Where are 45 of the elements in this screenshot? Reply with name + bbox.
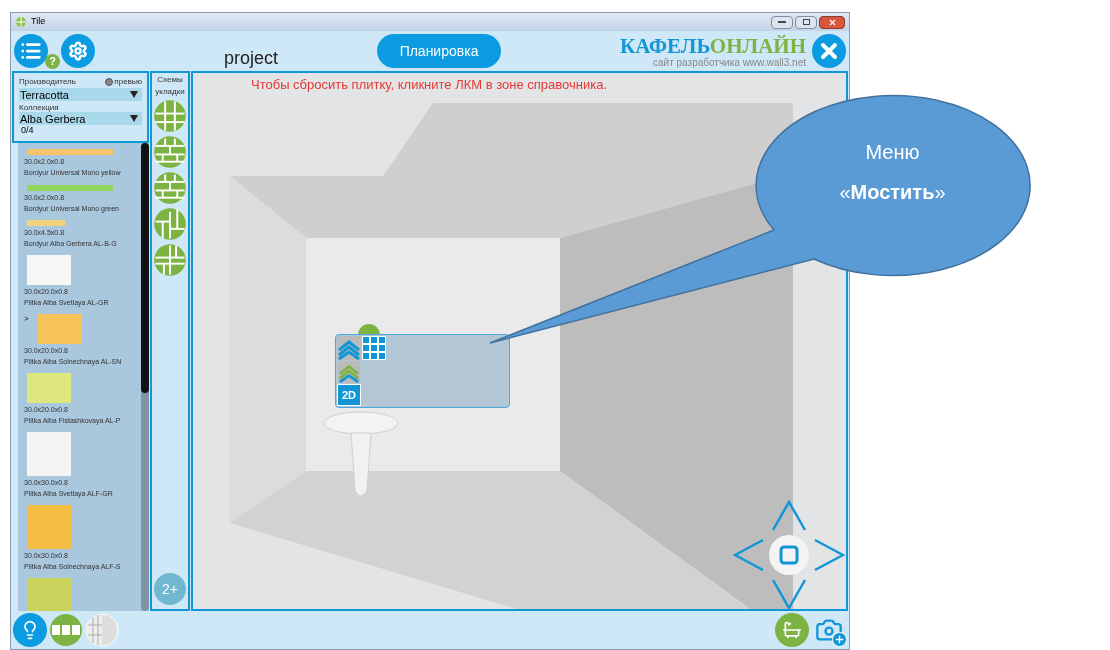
project-name: project xyxy=(224,46,279,70)
scrollbar-thumb[interactable] xyxy=(141,143,149,393)
schemes-title: Схемы укладки xyxy=(155,74,185,98)
bathtub-icon xyxy=(782,620,802,640)
settings-icon xyxy=(68,41,88,61)
preview-radio[interactable] xyxy=(105,78,114,86)
grout-icon[interactable] xyxy=(85,613,119,647)
wall-tiles-icon[interactable] xyxy=(337,336,361,360)
maximize-button[interactable] xyxy=(795,15,817,29)
navigation-pad[interactable] xyxy=(733,500,845,609)
menu-icon xyxy=(20,40,42,62)
bath-button[interactable] xyxy=(775,613,809,647)
logo-subtitle: сайт разработчика www.wall3.net xyxy=(653,56,806,68)
settings-button[interactable] xyxy=(61,34,95,68)
current-marker: > xyxy=(24,313,29,325)
manufacturer-label: Производитель xyxy=(19,76,76,88)
tile-row-icon[interactable] xyxy=(49,613,83,647)
dropdown-caret-icon xyxy=(130,115,138,122)
tile-pattern-icon[interactable] xyxy=(153,243,187,277)
minimize-icon xyxy=(778,21,786,23)
tile-pattern-icon[interactable] xyxy=(153,99,187,133)
tile-pattern-icon[interactable] xyxy=(153,135,187,169)
scrollbar[interactable] xyxy=(141,143,149,611)
app-icon xyxy=(15,16,27,28)
callout-title: Меню xyxy=(865,140,920,165)
plus-icon xyxy=(832,632,847,647)
close-icon xyxy=(827,17,837,27)
close-button[interactable] xyxy=(819,15,845,29)
manufacturer-dropdown[interactable]: Terracotta xyxy=(19,88,142,101)
menu-button[interactable] xyxy=(14,34,48,68)
preview-label: превью xyxy=(114,76,142,88)
dropdown-caret-icon xyxy=(130,91,138,98)
collection-label: Коллекция xyxy=(19,103,60,112)
hint-text: Чтобы сбросить плитку, кликните ЛКМ в зоне справочника. xyxy=(251,76,608,94)
light-button[interactable] xyxy=(13,613,47,647)
floor-tiles-icon[interactable] xyxy=(337,361,361,383)
collection-dropdown[interactable]: Alba Gerbera xyxy=(19,112,142,125)
logo-title: КАФЕЛЬОНЛАЙН xyxy=(620,34,806,57)
grid-icon[interactable] xyxy=(362,336,386,360)
maximize-icon xyxy=(802,19,810,25)
tile-count: 0/4 xyxy=(21,125,35,135)
window-title: Tile xyxy=(31,15,46,29)
tile-pattern-icon[interactable] xyxy=(153,171,187,205)
tile-pattern-icon[interactable] xyxy=(153,207,187,241)
minimize-button[interactable] xyxy=(771,15,793,29)
